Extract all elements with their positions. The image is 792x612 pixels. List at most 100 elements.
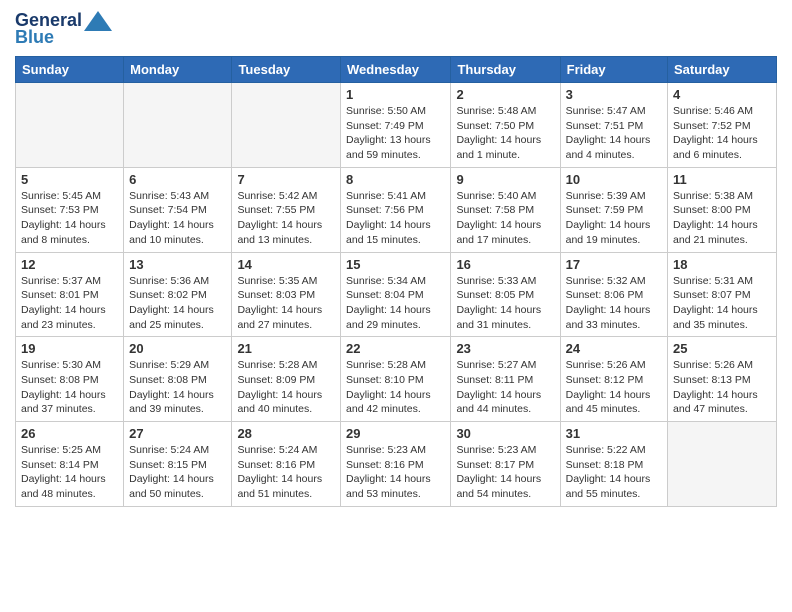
day-info: Sunrise: 5:28 AM Sunset: 8:09 PM Dayligh… — [237, 358, 335, 417]
calendar-day: 30 Sunrise: 5:23 AM Sunset: 8:17 PM Dayli… — [451, 422, 560, 507]
calendar-day: 26 Sunrise: 5:25 AM Sunset: 8:14 PM Dayli… — [16, 422, 124, 507]
day-info: Sunrise: 5:41 AM Sunset: 7:56 PM Dayligh… — [346, 189, 445, 248]
calendar-day: 29 Sunrise: 5:23 AM Sunset: 8:16 PM Dayli… — [341, 422, 451, 507]
day-number: 27 — [129, 426, 226, 441]
day-number: 28 — [237, 426, 335, 441]
calendar-day: 27 Sunrise: 5:24 AM Sunset: 8:15 PM Dayli… — [124, 422, 232, 507]
day-info: Sunrise: 5:34 AM Sunset: 8:04 PM Dayligh… — [346, 274, 445, 333]
page-header: General Blue — [15, 10, 777, 48]
header-day-wednesday: Wednesday — [341, 57, 451, 83]
calendar-table: SundayMondayTuesdayWednesdayThursdayFrid… — [15, 56, 777, 507]
header-day-sunday: Sunday — [16, 57, 124, 83]
day-number: 8 — [346, 172, 445, 187]
day-info: Sunrise: 5:24 AM Sunset: 8:16 PM Dayligh… — [237, 443, 335, 502]
day-number: 29 — [346, 426, 445, 441]
day-info: Sunrise: 5:33 AM Sunset: 8:05 PM Dayligh… — [456, 274, 554, 333]
day-number: 31 — [566, 426, 662, 441]
day-info: Sunrise: 5:26 AM Sunset: 8:13 PM Dayligh… — [673, 358, 771, 417]
day-info: Sunrise: 5:37 AM Sunset: 8:01 PM Dayligh… — [21, 274, 118, 333]
calendar-day: 18 Sunrise: 5:31 AM Sunset: 8:07 PM Dayli… — [668, 252, 777, 337]
day-number: 25 — [673, 341, 771, 356]
calendar-day: 1Sunrise: 5:50 AM Sunset: 7:49 PM Daylig… — [341, 83, 451, 168]
day-info: Sunrise: 5:40 AM Sunset: 7:58 PM Dayligh… — [456, 189, 554, 248]
calendar-day: 8 Sunrise: 5:41 AM Sunset: 7:56 PM Daylig… — [341, 167, 451, 252]
day-number: 20 — [129, 341, 226, 356]
day-info: Sunrise: 5:35 AM Sunset: 8:03 PM Dayligh… — [237, 274, 335, 333]
calendar-week-2: 5 Sunrise: 5:45 AM Sunset: 7:53 PM Daylig… — [16, 167, 777, 252]
day-number: 24 — [566, 341, 662, 356]
day-number: 9 — [456, 172, 554, 187]
calendar-day — [668, 422, 777, 507]
calendar-day: 13 Sunrise: 5:36 AM Sunset: 8:02 PM Dayli… — [124, 252, 232, 337]
day-info: Sunrise: 5:24 AM Sunset: 8:15 PM Dayligh… — [129, 443, 226, 502]
day-info: Sunrise: 5:43 AM Sunset: 7:54 PM Dayligh… — [129, 189, 226, 248]
calendar-day: 20 Sunrise: 5:29 AM Sunset: 8:08 PM Dayli… — [124, 337, 232, 422]
day-info: Sunrise: 5:47 AM Sunset: 7:51 PM Dayligh… — [566, 104, 662, 163]
day-info: Sunrise: 5:39 AM Sunset: 7:59 PM Dayligh… — [566, 189, 662, 248]
day-number: 7 — [237, 172, 335, 187]
calendar-day: 6Sunrise: 5:43 AM Sunset: 7:54 PM Daylig… — [124, 167, 232, 252]
calendar-day: 17Sunrise: 5:32 AM Sunset: 8:06 PM Dayli… — [560, 252, 667, 337]
calendar-day: 15 Sunrise: 5:34 AM Sunset: 8:04 PM Dayli… — [341, 252, 451, 337]
calendar-day: 10 Sunrise: 5:39 AM Sunset: 7:59 PM Dayli… — [560, 167, 667, 252]
logo-blue-text: Blue — [15, 27, 54, 48]
calendar-day — [232, 83, 341, 168]
day-number: 10 — [566, 172, 662, 187]
logo-icon — [84, 11, 112, 31]
calendar-day — [16, 83, 124, 168]
calendar-day: 12 Sunrise: 5:37 AM Sunset: 8:01 PM Dayli… — [16, 252, 124, 337]
day-number: 4 — [673, 87, 771, 102]
day-number: 17 — [566, 257, 662, 272]
calendar-day: 3 Sunrise: 5:47 AM Sunset: 7:51 PM Daylig… — [560, 83, 667, 168]
header-day-friday: Friday — [560, 57, 667, 83]
day-info: Sunrise: 5:42 AM Sunset: 7:55 PM Dayligh… — [237, 189, 335, 248]
day-number: 30 — [456, 426, 554, 441]
calendar-week-4: 19Sunrise: 5:30 AM Sunset: 8:08 PM Dayli… — [16, 337, 777, 422]
day-number: 5 — [21, 172, 118, 187]
calendar-day: 31 Sunrise: 5:22 AM Sunset: 8:18 PM Dayli… — [560, 422, 667, 507]
day-info: Sunrise: 5:50 AM Sunset: 7:49 PM Dayligh… — [346, 104, 445, 163]
header-row: SundayMondayTuesdayWednesdayThursdayFrid… — [16, 57, 777, 83]
calendar-day: 4Sunrise: 5:46 AM Sunset: 7:52 PM Daylig… — [668, 83, 777, 168]
day-number: 15 — [346, 257, 445, 272]
calendar-day: 7 Sunrise: 5:42 AM Sunset: 7:55 PM Daylig… — [232, 167, 341, 252]
day-info: Sunrise: 5:25 AM Sunset: 8:14 PM Dayligh… — [21, 443, 118, 502]
day-info: Sunrise: 5:23 AM Sunset: 8:17 PM Dayligh… — [456, 443, 554, 502]
day-number: 21 — [237, 341, 335, 356]
day-number: 3 — [566, 87, 662, 102]
day-info: Sunrise: 5:45 AM Sunset: 7:53 PM Dayligh… — [21, 189, 118, 248]
day-info: Sunrise: 5:22 AM Sunset: 8:18 PM Dayligh… — [566, 443, 662, 502]
day-number: 16 — [456, 257, 554, 272]
day-number: 12 — [21, 257, 118, 272]
day-number: 14 — [237, 257, 335, 272]
day-info: Sunrise: 5:48 AM Sunset: 7:50 PM Dayligh… — [456, 104, 554, 163]
calendar-day: 21 Sunrise: 5:28 AM Sunset: 8:09 PM Dayli… — [232, 337, 341, 422]
calendar-day: 24 Sunrise: 5:26 AM Sunset: 8:12 PM Dayli… — [560, 337, 667, 422]
day-info: Sunrise: 5:38 AM Sunset: 8:00 PM Dayligh… — [673, 189, 771, 248]
day-number: 18 — [673, 257, 771, 272]
day-number: 11 — [673, 172, 771, 187]
header-day-monday: Monday — [124, 57, 232, 83]
day-info: Sunrise: 5:28 AM Sunset: 8:10 PM Dayligh… — [346, 358, 445, 417]
calendar-day: 14 Sunrise: 5:35 AM Sunset: 8:03 PM Dayli… — [232, 252, 341, 337]
calendar-week-1: 1Sunrise: 5:50 AM Sunset: 7:49 PM Daylig… — [16, 83, 777, 168]
day-number: 19 — [21, 341, 118, 356]
day-info: Sunrise: 5:36 AM Sunset: 8:02 PM Dayligh… — [129, 274, 226, 333]
day-info: Sunrise: 5:23 AM Sunset: 8:16 PM Dayligh… — [346, 443, 445, 502]
day-number: 26 — [21, 426, 118, 441]
header-day-tuesday: Tuesday — [232, 57, 341, 83]
calendar-day: 11 Sunrise: 5:38 AM Sunset: 8:00 PM Dayli… — [668, 167, 777, 252]
day-number: 13 — [129, 257, 226, 272]
calendar-day — [124, 83, 232, 168]
day-info: Sunrise: 5:27 AM Sunset: 8:11 PM Dayligh… — [456, 358, 554, 417]
calendar-week-5: 26 Sunrise: 5:25 AM Sunset: 8:14 PM Dayli… — [16, 422, 777, 507]
header-day-thursday: Thursday — [451, 57, 560, 83]
day-number: 22 — [346, 341, 445, 356]
day-info: Sunrise: 5:26 AM Sunset: 8:12 PM Dayligh… — [566, 358, 662, 417]
calendar-week-3: 12 Sunrise: 5:37 AM Sunset: 8:01 PM Dayli… — [16, 252, 777, 337]
day-info: Sunrise: 5:31 AM Sunset: 8:07 PM Dayligh… — [673, 274, 771, 333]
calendar-day: 9 Sunrise: 5:40 AM Sunset: 7:58 PM Daylig… — [451, 167, 560, 252]
calendar-day: 2Sunrise: 5:48 AM Sunset: 7:50 PM Daylig… — [451, 83, 560, 168]
calendar-day: 19Sunrise: 5:30 AM Sunset: 8:08 PM Dayli… — [16, 337, 124, 422]
day-info: Sunrise: 5:29 AM Sunset: 8:08 PM Dayligh… — [129, 358, 226, 417]
